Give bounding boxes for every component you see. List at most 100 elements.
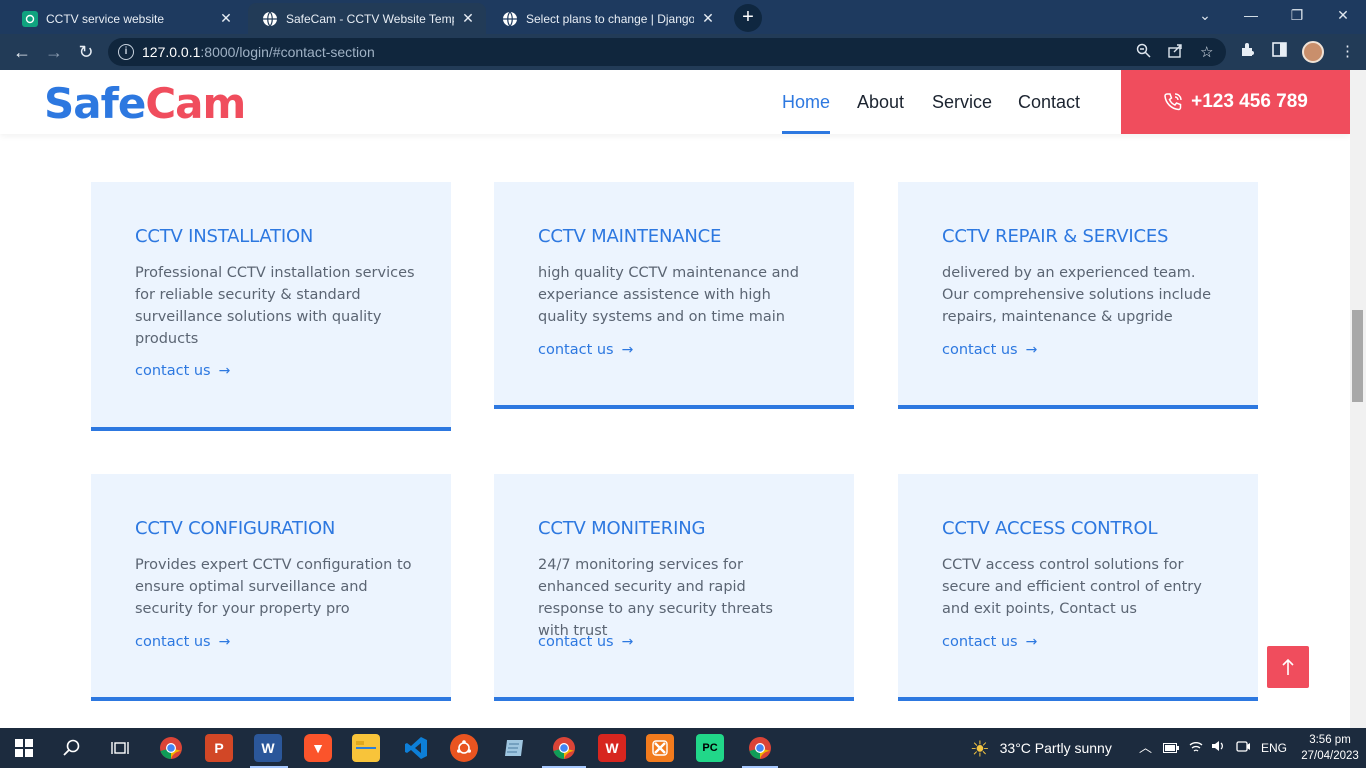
extensions-icon[interactable] [1240,42,1256,62]
address-bar[interactable]: i 127.0.0.1:8000/login/#contact-section … [108,38,1226,66]
service-description: 24/7 monitoring services for enhanced se… [538,557,773,639]
nav-home[interactable]: Home [782,70,831,134]
wifi-icon[interactable] [1189,728,1203,768]
service-title: CCTV CONFIGURATION [135,518,336,539]
chrome-icon[interactable] [157,734,185,762]
arrow-right-icon: → [218,363,231,379]
share-icon[interactable] [1168,43,1184,62]
service-card: CCTV CONFIGURATION Provides expert CCTV … [91,474,451,701]
zoom-icon[interactable] [1136,43,1151,62]
service-description: CCTV access control solutions for secure… [942,557,1202,617]
word-icon[interactable]: W [254,734,282,762]
service-description: high quality CCTV maintenance and experi… [538,265,799,325]
globe-icon [262,11,278,27]
service-title: CCTV MONITERING [538,518,706,539]
arrow-right-icon: → [218,634,231,650]
service-title: CCTV INSTALLATION [135,226,314,247]
arrow-right-icon: → [1025,634,1038,650]
service-card: CCTV MONITERING 24/7 monitoring services… [494,474,854,701]
tray-chevron-icon[interactable]: ︿ [1139,728,1152,768]
new-tab-button[interactable]: + [734,4,762,32]
service-title: CCTV ACCESS CONTROL [942,518,1158,539]
chrome-profile-icon[interactable] [550,734,578,762]
back-icon[interactable]: ← [10,40,34,64]
tab-search-icon[interactable]: ⌄ [1182,0,1228,30]
service-title: CCTV REPAIR & SERVICES [942,226,1169,247]
side-panel-icon[interactable] [1272,42,1287,61]
contact-us-link[interactable]: contact us → [942,342,1037,358]
contact-us-link[interactable]: contact us → [538,634,633,650]
info-icon[interactable]: i [118,44,134,60]
pycharm-icon[interactable]: PC [696,734,724,762]
weather-widget[interactable]: ☀ 33°C Partly sunny [970,728,1112,768]
notes-app-icon[interactable] [500,734,528,762]
reload-icon[interactable]: ↻ [74,40,98,64]
tab-title: CCTV service website [46,11,165,26]
service-title: CCTV MAINTENANCE [538,226,722,247]
search-icon[interactable] [58,734,86,762]
clock-time: 3:56 pm [1309,734,1351,746]
nav-service[interactable]: Service [932,70,992,134]
clock[interactable]: 3:56 pm 27/04/2023 [1300,732,1360,764]
close-icon[interactable]: ✕ [218,10,234,27]
nav-about[interactable]: About [857,70,904,134]
service-description: delivered by an experienced team. Our co… [942,265,1212,325]
contact-us-link[interactable]: contact us → [135,634,230,650]
arrow-right-icon: → [621,634,634,650]
ubuntu-icon[interactable] [450,734,478,762]
site-header: SafeCam Home About Service Contact +123 … [0,70,1350,134]
vscode-icon[interactable] [402,734,430,762]
minimize-icon[interactable]: — [1228,0,1274,30]
nav-contact[interactable]: Contact [1018,70,1080,134]
menu-icon[interactable]: ⋮ [1340,42,1355,60]
scrollbar-thumb[interactable] [1352,310,1363,402]
avatar[interactable] [1302,41,1324,63]
arrow-right-icon: → [1025,342,1038,358]
meet-now-icon[interactable] [1236,728,1250,768]
tab-title: SafeCam - CCTV Website Templa [286,11,454,26]
contact-us-link[interactable]: contact us → [538,342,633,358]
back-to-top-button[interactable] [1267,646,1309,688]
service-description: Professional CCTV installation services … [135,265,415,347]
xampp-icon[interactable] [646,734,674,762]
contact-us-link[interactable]: contact us → [135,363,230,379]
arrow-up-icon [1282,658,1294,675]
site-logo[interactable]: SafeCam [44,79,246,128]
tab-title: Select plans to change | Django s [526,11,694,26]
browser-tab-strip: CCTV service website ✕ SafeCam - CCTV We… [0,0,1366,34]
windows-start-icon[interactable] [10,734,38,762]
close-icon[interactable]: ✕ [700,10,716,27]
globe-icon [502,11,518,27]
restore-icon[interactable]: ❐ [1274,0,1320,30]
webpage: SafeCam Home About Service Contact +123 … [0,70,1350,728]
close-icon[interactable]: ✕ [460,10,476,27]
url-text[interactable]: 127.0.0.1:8000/login/#contact-section [142,44,375,60]
tab-safecam-template[interactable]: SafeCam - CCTV Website Templa ✕ [248,3,486,34]
brave-icon[interactable]: ▼ [304,734,332,762]
tab-cctv-service-website[interactable]: CCTV service website ✕ [8,3,244,34]
task-view-icon[interactable] [106,734,134,762]
weather-icon: ☀ [970,736,990,762]
battery-icon[interactable] [1163,728,1179,768]
arrow-right-icon: → [621,342,634,358]
browser-toolbar: ← → ↻ i 127.0.0.1:8000/login/#contact-se… [0,34,1366,70]
wps-office-icon[interactable]: W [598,734,626,762]
chrome-secondary-icon[interactable] [746,734,774,762]
service-card: CCTV ACCESS CONTROL CCTV access control … [898,474,1258,701]
phone-icon [1164,93,1182,111]
chatgpt-icon [22,10,38,27]
volume-icon[interactable] [1211,728,1225,768]
service-card: CCTV INSTALLATION Professional CCTV inst… [91,182,451,431]
forward-icon[interactable]: → [42,40,66,64]
file-explorer-icon[interactable] [352,734,380,762]
service-card: CCTV MAINTENANCE high quality CCTV maint… [494,182,854,409]
taskbar: P W ▼ W PC ☀ 33°C Partly sunny ︿ ENG 3:5… [0,728,1366,768]
language-indicator[interactable]: ENG [1261,728,1287,768]
service-card: CCTV REPAIR & SERVICES delivered by an e… [898,182,1258,409]
tab-django-admin[interactable]: Select plans to change | Django s ✕ [488,3,726,34]
close-window-icon[interactable]: ✕ [1320,0,1366,30]
contact-us-link[interactable]: contact us → [942,634,1037,650]
powerpoint-icon[interactable]: P [205,734,233,762]
star-icon[interactable]: ☆ [1200,43,1213,61]
phone-button[interactable]: +123 456 789 [1121,70,1350,134]
